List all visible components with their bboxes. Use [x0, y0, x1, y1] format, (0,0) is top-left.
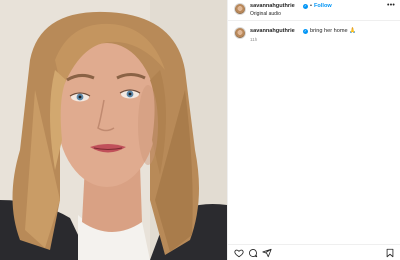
action-bar — [228, 246, 400, 260]
actions-divider — [228, 244, 400, 245]
caption-timestamp[interactable]: 11h — [250, 37, 257, 42]
header-divider — [228, 20, 400, 21]
caption-text: bring her home 🙏 — [310, 28, 357, 34]
post-header: savannahguthrie ✓ • Follow Original audi… — [228, 0, 400, 20]
video-still-image — [0, 0, 227, 260]
more-options-icon[interactable]: ••• — [387, 2, 395, 9]
audio-label[interactable]: Original audio — [250, 11, 281, 17]
header-separator: • — [310, 3, 312, 9]
caption-row: savannahguthrie ✓ bring her home 🙏 11h — [228, 24, 400, 46]
bookmark-icon[interactable] — [385, 248, 395, 258]
caption-username[interactable]: savannahguthrie — [250, 28, 295, 34]
caption-avatar[interactable] — [234, 27, 246, 39]
post-side-panel: savannahguthrie ✓ • Follow Original audi… — [227, 0, 400, 260]
caption-verified-badge-icon: ✓ — [303, 28, 308, 34]
share-icon[interactable] — [262, 248, 272, 258]
author-username[interactable]: savannahguthrie — [250, 3, 295, 9]
follow-button[interactable]: Follow — [314, 3, 332, 9]
author-avatar[interactable] — [234, 3, 246, 15]
video-frame[interactable] — [0, 0, 227, 260]
heart-icon[interactable] — [234, 248, 244, 258]
verified-badge-icon: ✓ — [303, 3, 308, 9]
comment-icon[interactable] — [248, 248, 258, 258]
